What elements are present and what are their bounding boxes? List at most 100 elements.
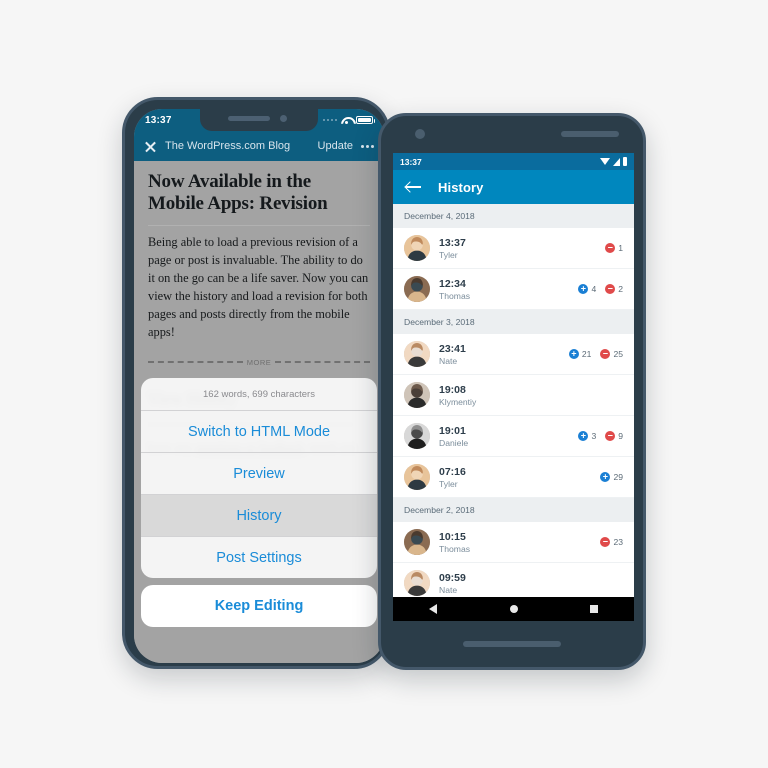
action-preview[interactable]: Preview (141, 453, 377, 495)
history-time: 12:34 (439, 277, 466, 290)
ellipsis-icon[interactable] (361, 144, 374, 148)
more-dash-left (148, 361, 243, 364)
history-author: Tyler (439, 478, 458, 489)
additions-count: 4 (591, 284, 597, 294)
battery-icon (356, 116, 375, 124)
history-diff-badges: +4 −2 (578, 284, 623, 294)
history-author: Nate (439, 584, 458, 595)
front-camera-icon (280, 115, 287, 122)
iphone-notch (200, 109, 318, 131)
android-status-time: 13:37 (400, 156, 422, 167)
history-diff-badges: +21−25 (568, 349, 623, 359)
avatar (404, 570, 430, 596)
deletions-count: 25 (613, 349, 623, 359)
bottom-speaker-grille-icon (463, 641, 561, 647)
front-camera-icon (415, 129, 425, 139)
history-row-meta: 07:16 Tyler (439, 466, 591, 489)
history-row-meta: 10:15 Thomas (439, 531, 591, 554)
action-post-settings[interactable]: Post Settings (141, 537, 377, 578)
history-diff-badges: +3−9 (578, 431, 623, 441)
battery-icon (622, 157, 627, 166)
earpiece-speaker-icon (561, 131, 619, 137)
minus-icon: − (600, 537, 611, 547)
history-row[interactable]: 19:08 Klymentiy (393, 375, 634, 416)
history-row[interactable]: 12:34 Thomas +4 −2 (393, 269, 634, 310)
history-date-header: December 2, 2018 (393, 498, 634, 522)
history-diff-badges: +29 (600, 472, 623, 482)
deletions-count: 9 (618, 431, 623, 441)
deletions-badge: −1 (605, 243, 623, 253)
history-author: Thomas (439, 543, 471, 554)
deletions-badge: −9 (605, 431, 623, 441)
additions-badge: +4 (578, 284, 596, 294)
android-toolbar: History (393, 170, 634, 204)
signal-dots-icon (322, 118, 337, 122)
post-body-text: Being able to load a previous revision o… (148, 234, 369, 339)
more-tag-divider: MORE (148, 358, 370, 367)
history-diff-badges: −1 (605, 243, 623, 253)
minus-icon: − (605, 284, 616, 294)
earpiece-speaker-icon (228, 116, 270, 121)
history-time: 09:59 (439, 571, 466, 584)
history-row[interactable]: 07:16 Tyler +29 (393, 457, 634, 498)
ios-status-icons (322, 116, 375, 124)
close-x-icon[interactable] (144, 140, 157, 153)
title-divider (148, 224, 370, 226)
more-label: MORE (246, 357, 272, 367)
iphone-screen: 13:37 The WordPress.com Blog Update Now … (134, 109, 384, 663)
minus-icon: − (605, 243, 616, 253)
android-screen: 13:37 History December 4, 2018 13:37 Tyler… (393, 153, 634, 613)
history-author: Thomas (439, 290, 471, 301)
history-row[interactable]: 10:15 Thomas −23 (393, 522, 634, 563)
android-device: 13:37 History December 4, 2018 13:37 Tyler… (378, 113, 646, 670)
history-row[interactable]: 23:41 Nate +21−25 (393, 334, 634, 375)
history-list[interactable]: December 4, 2018 13:37 Tyler −1 12:34 Thomas +… (393, 204, 634, 604)
action-history[interactable]: History (141, 495, 377, 537)
history-row[interactable]: 19:01 Daniele +3−9 (393, 416, 634, 457)
history-author: Daniele (439, 437, 469, 448)
deletions-count: 23 (613, 537, 623, 547)
additions-count: 3 (591, 431, 597, 441)
arrow-left-icon[interactable] (406, 181, 421, 193)
avatar (404, 382, 430, 408)
history-time: 10:15 (439, 530, 466, 543)
additions-count: 21 (581, 349, 592, 359)
history-time: 23:41 (439, 342, 466, 355)
history-diff-badges: −23 (600, 537, 623, 547)
update-button[interactable]: Update (318, 140, 353, 152)
nav-back-triangle-icon[interactable] (429, 604, 438, 614)
history-row-meta: 19:01 Daniele (439, 425, 569, 448)
history-date-header: December 4, 2018 (393, 204, 634, 228)
signal-icon (612, 157, 620, 166)
minus-icon: − (605, 431, 616, 441)
plus-icon: + (568, 349, 579, 359)
history-row-meta: 12:34 Thomas (439, 278, 569, 301)
history-author: Tyler (439, 249, 458, 260)
minus-icon: − (600, 349, 611, 359)
ios-status-time: 13:37 (145, 114, 172, 126)
additions-count: 29 (613, 472, 623, 482)
screenshot-stage: 13:37 The WordPress.com Blog Update Now … (0, 0, 768, 768)
history-row-meta: 19:08 Klymentiy (439, 384, 614, 407)
deletions-badge: −25 (600, 349, 623, 359)
action-switch-to-html-mode[interactable]: Switch to HTML Mode (141, 411, 377, 453)
keep-editing-button[interactable]: Keep Editing (141, 585, 377, 627)
nav-recents-square-icon[interactable] (590, 605, 598, 613)
android-status-icons (599, 157, 627, 166)
ios-nav-bar: The WordPress.com Blog Update (134, 131, 384, 161)
history-row-meta: 23:41 Nate (439, 343, 560, 366)
history-row-meta: 09:59 Nate (439, 572, 614, 595)
avatar (404, 464, 430, 490)
nav-home-circle-icon[interactable] (509, 605, 518, 613)
deletions-count: 1 (618, 243, 623, 253)
history-row[interactable]: 13:37 Tyler −1 (393, 228, 634, 269)
history-time: 19:08 (439, 383, 466, 396)
ios-nav-title: The WordPress.com Blog (165, 140, 291, 152)
history-time: 13:37 (439, 236, 466, 249)
deletions-badge: −2 (605, 284, 623, 294)
additions-badge: +3 (578, 431, 596, 441)
avatar (404, 423, 430, 449)
history-date-header: December 3, 2018 (393, 310, 634, 334)
toolbar-title: History (438, 179, 484, 195)
word-count-label: 162 words, 699 characters (141, 378, 377, 411)
